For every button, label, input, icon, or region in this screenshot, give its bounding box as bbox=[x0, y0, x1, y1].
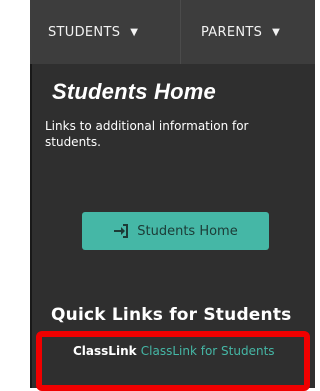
sign-in-icon bbox=[113, 224, 129, 238]
page-title: Students Home bbox=[52, 79, 216, 104]
page: STUDENTS ▼ PARENTS ▼ Students Home Links… bbox=[0, 0, 315, 391]
quick-links-title: Quick Links for Students bbox=[51, 305, 292, 325]
page-description: Links to additional information for stud… bbox=[45, 119, 249, 149]
classlink-link[interactable]: ClassLink for Students bbox=[141, 344, 275, 358]
nav-item-parents[interactable]: PARENTS ▼ bbox=[180, 0, 315, 64]
students-home-button-label: Students Home bbox=[137, 223, 238, 239]
caret-down-icon: ▼ bbox=[130, 26, 139, 38]
caret-down-icon: ▼ bbox=[272, 26, 281, 38]
nav-students-label: STUDENTS bbox=[48, 24, 121, 40]
top-nav: STUDENTS ▼ PARENTS ▼ bbox=[30, 0, 315, 64]
students-home-button[interactable]: Students Home bbox=[82, 212, 269, 250]
nav-parents-label: PARENTS bbox=[201, 24, 263, 40]
quick-link-label: ClassLink bbox=[73, 344, 137, 358]
list-item: ClassLink ClassLink for Students bbox=[73, 340, 283, 362]
nav-item-students[interactable]: STUDENTS ▼ bbox=[30, 0, 180, 64]
panel-edge bbox=[30, 64, 32, 388]
